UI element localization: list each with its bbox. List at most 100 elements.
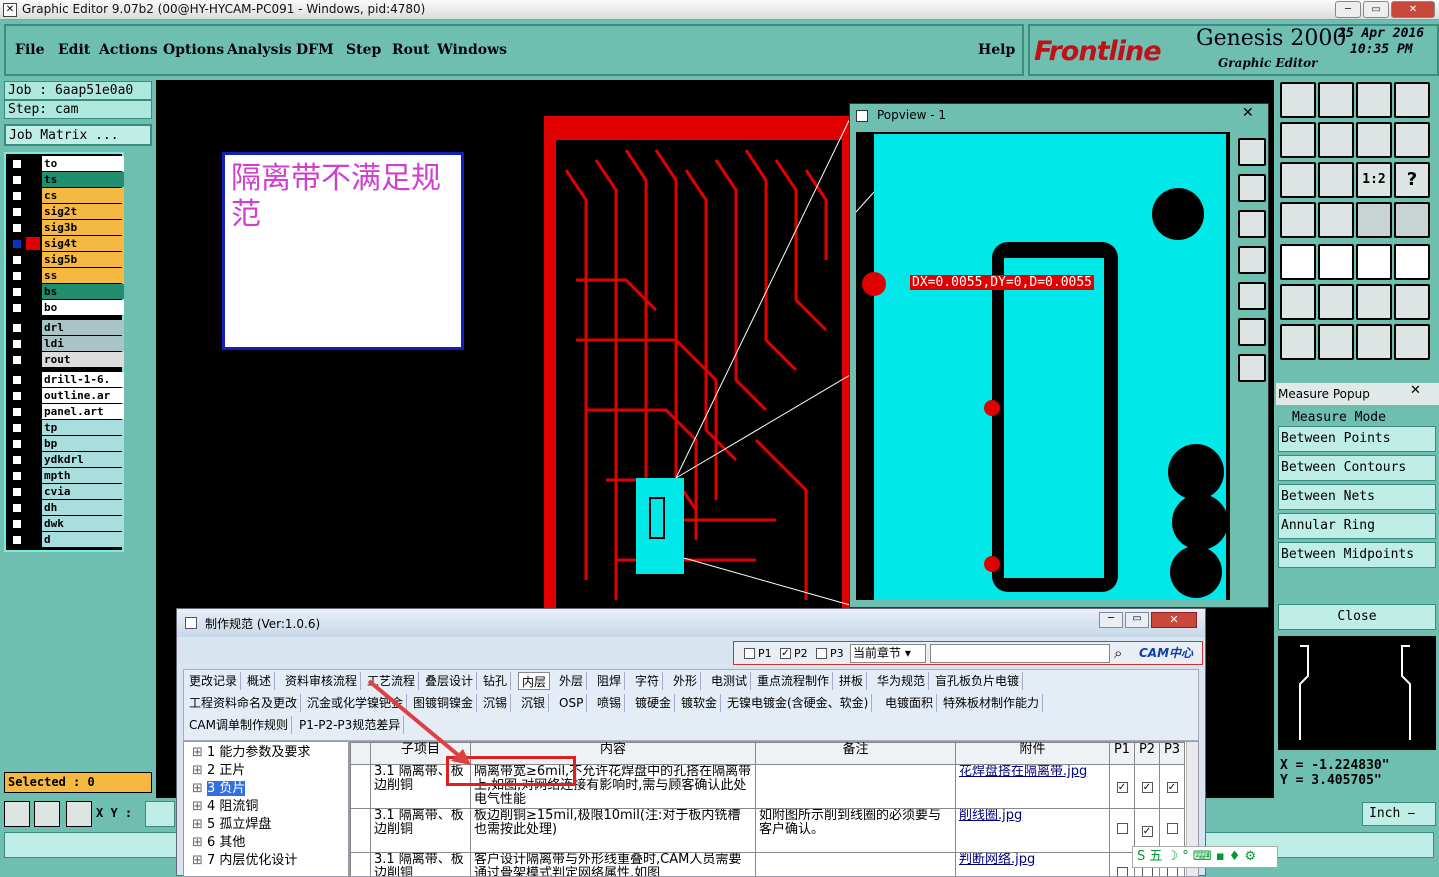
dialog-close-button[interactable]: ✕ <box>1151 612 1197 628</box>
grid-icon[interactable] <box>66 801 92 827</box>
tab-tabs_row2-10[interactable]: 电镀面积 <box>882 694 937 712</box>
dialog-minimize-button[interactable]: ─ <box>1099 612 1123 628</box>
select-icon[interactable] <box>1280 202 1316 238</box>
tab-tabs_row1-11[interactable]: 电测试 <box>708 672 751 690</box>
tab-tabs_row1-2[interactable]: 资料审核流程 <box>282 672 361 690</box>
tab-tabs_row2-4[interactable]: 沉银 <box>518 694 549 712</box>
table-row[interactable]: 3.1 隔离带、板边削铜客户设计隔离带与外形线重叠时,CAM人员需要通过骨架模式… <box>351 853 1185 877</box>
cell-attachment[interactable]: 判断网络.jpg <box>956 853 1110 877</box>
close-window-button[interactable]: ✕ <box>1391 1 1435 18</box>
layer-checkbox[interactable] <box>12 471 22 481</box>
measure-popup-close-icon[interactable]: ✕ <box>1410 383 1421 398</box>
job-matrix-button[interactable]: Job Matrix ... <box>4 124 152 146</box>
table-row[interactable]: 3.1 隔离带、板边削铜板边削铜≥15mil,极限10mil(注:对于板内铣槽也… <box>351 809 1185 853</box>
tree-item[interactable]: ⊞ 3 负片 <box>192 780 344 798</box>
layer-row-dwk[interactable]: dwk <box>8 516 124 531</box>
layer-row-bo[interactable]: bo <box>8 300 124 315</box>
zoom-box-icon[interactable] <box>1280 162 1316 198</box>
layer-name[interactable]: cvia <box>42 484 124 499</box>
ime-toolbar[interactable]: S 五 ☽ ° ⌨ ▪ ♦ ⚙ <box>1132 846 1278 868</box>
mode-between-midpoints[interactable]: Between Midpoints <box>1278 542 1436 568</box>
tab-tabs_row2-11[interactable]: 特殊板材制作能力 <box>940 694 1043 712</box>
maximize-button[interactable]: ▭ <box>1363 1 1389 18</box>
swap-icon[interactable] <box>1356 122 1392 158</box>
pad-icon[interactable] <box>1280 244 1316 280</box>
layer-checkbox[interactable] <box>12 175 22 185</box>
tab-tabs_row1-0[interactable]: 更改记录 <box>186 672 241 690</box>
layer-name[interactable]: dh <box>42 500 124 515</box>
expand-icon[interactable]: ⊞ <box>192 745 207 760</box>
layer-row-drill-1-6.[interactable]: drill-1-6. <box>8 372 124 387</box>
p3-row-checkbox[interactable] <box>1167 823 1178 834</box>
popview-canvas[interactable]: DX=0.0055,DY=0,D=0.0055 <box>856 132 1230 600</box>
layer-row-rout[interactable]: rout <box>8 352 124 367</box>
layer-row-sig4t[interactable]: sig4t <box>8 236 124 251</box>
layer-checkbox[interactable] <box>12 191 22 201</box>
zoom-fit-icon[interactable] <box>1318 162 1354 198</box>
layer-checkbox[interactable] <box>12 407 22 417</box>
mode-annular-ring[interactable]: Annular Ring <box>1278 513 1436 539</box>
scale-one-to-two-icon[interactable]: 1:2 <box>1356 162 1392 198</box>
layer-name[interactable]: ts <box>42 172 124 187</box>
layer-row-cs[interactable]: cs <box>8 188 124 203</box>
expand-icon[interactable]: ⊞ <box>192 781 207 796</box>
tree-item[interactable]: ⊞ 1 能力参数及要求 <box>192 744 344 762</box>
angle-icon[interactable] <box>1280 324 1316 360</box>
tab-tabs_row2-9[interactable]: 无镍电镀金(含硬金、软金) <box>724 694 872 712</box>
search-icon[interactable]: ⌕ <box>1114 644 1122 662</box>
tab-tabs_row2-7[interactable]: 镀硬金 <box>632 694 675 712</box>
minimize-button[interactable]: ─ <box>1335 1 1361 18</box>
tab-tabs_row1-6[interactable]: 内层 <box>518 672 550 690</box>
tab-tabs_row1-14[interactable]: 华为规范 <box>874 672 929 690</box>
net-icon[interactable] <box>1356 202 1392 238</box>
menu-help[interactable]: Help <box>978 42 1015 58</box>
layer-name[interactable]: drl <box>42 320 124 335</box>
layer-name[interactable]: ydkdrl <box>42 452 124 467</box>
popview-center-icon[interactable] <box>1238 354 1266 382</box>
mirror-icon[interactable] <box>1394 324 1430 360</box>
mode-between-nets[interactable]: Between Nets <box>1278 484 1436 510</box>
layer-name[interactable]: ss <box>42 268 124 283</box>
tree-item[interactable]: ⊞ 2 正片 <box>192 762 344 780</box>
scope-select[interactable]: 当前章节 ▾ <box>850 644 926 663</box>
layer-checkbox[interactable] <box>12 323 22 333</box>
help-icon[interactable]: ? <box>1394 162 1430 198</box>
layer-row-cvia[interactable]: cvia <box>8 484 124 499</box>
layer-row-ldi[interactable]: ldi <box>8 336 124 351</box>
connect-icon[interactable] <box>1280 284 1316 320</box>
mode-between-points[interactable]: Between Points <box>1278 426 1436 452</box>
tab-tabs_row2-0[interactable]: 工程资料命名及更改 <box>186 694 301 712</box>
expand-icon[interactable]: ⊞ <box>192 799 207 814</box>
layer-name[interactable]: sig2t <box>42 204 124 219</box>
expand-icon[interactable]: ⊞ <box>192 763 207 778</box>
layer-row-d[interactable]: d <box>8 532 124 547</box>
layer-row-sig2t[interactable]: sig2t <box>8 204 124 219</box>
expand-icon[interactable]: ⊞ <box>192 853 207 868</box>
cell-attachment[interactable]: 花焊盘搭在隔离带.jpg <box>956 765 1110 809</box>
layer-row-panel.art[interactable]: panel.art <box>8 404 124 419</box>
tree-item[interactable]: ⊞ 7 内层优化设计 <box>192 852 344 870</box>
layer-checkbox[interactable] <box>12 339 22 349</box>
layer-name[interactable]: sig3b <box>42 220 124 235</box>
layer-row-bp[interactable]: bp <box>8 436 124 451</box>
dot-icon[interactable] <box>1394 244 1430 280</box>
menu-windows[interactable]: Windows <box>437 42 507 58</box>
shape-icon[interactable] <box>1318 244 1354 280</box>
layer-name[interactable]: to <box>42 156 124 171</box>
tree-item[interactable]: ⊞ 5 孤立焊盘 <box>192 816 344 834</box>
tab-tabs_row3-0[interactable]: CAM调单制作规则 <box>186 716 292 734</box>
popview-back-icon[interactable] <box>1238 246 1266 274</box>
tab-tabs_row1-8[interactable]: 阻焊 <box>594 672 625 690</box>
layer-checkbox[interactable] <box>12 375 22 385</box>
tab-tabs_row1-9[interactable]: 字符 <box>632 672 663 690</box>
window-icon[interactable] <box>1394 82 1430 118</box>
layer-checkbox[interactable] <box>12 255 22 265</box>
diagonal-icon[interactable] <box>1318 324 1354 360</box>
menu-actions[interactable]: Actions <box>99 42 158 58</box>
layer-checkbox[interactable] <box>12 439 22 449</box>
layer-checkbox[interactable] <box>12 391 22 401</box>
layer-checkbox[interactable] <box>12 287 22 297</box>
menu-edit[interactable]: Edit <box>58 42 90 58</box>
net-highlight-icon[interactable] <box>1394 202 1430 238</box>
p3-row-checkbox[interactable]: ✓ <box>1167 782 1178 793</box>
